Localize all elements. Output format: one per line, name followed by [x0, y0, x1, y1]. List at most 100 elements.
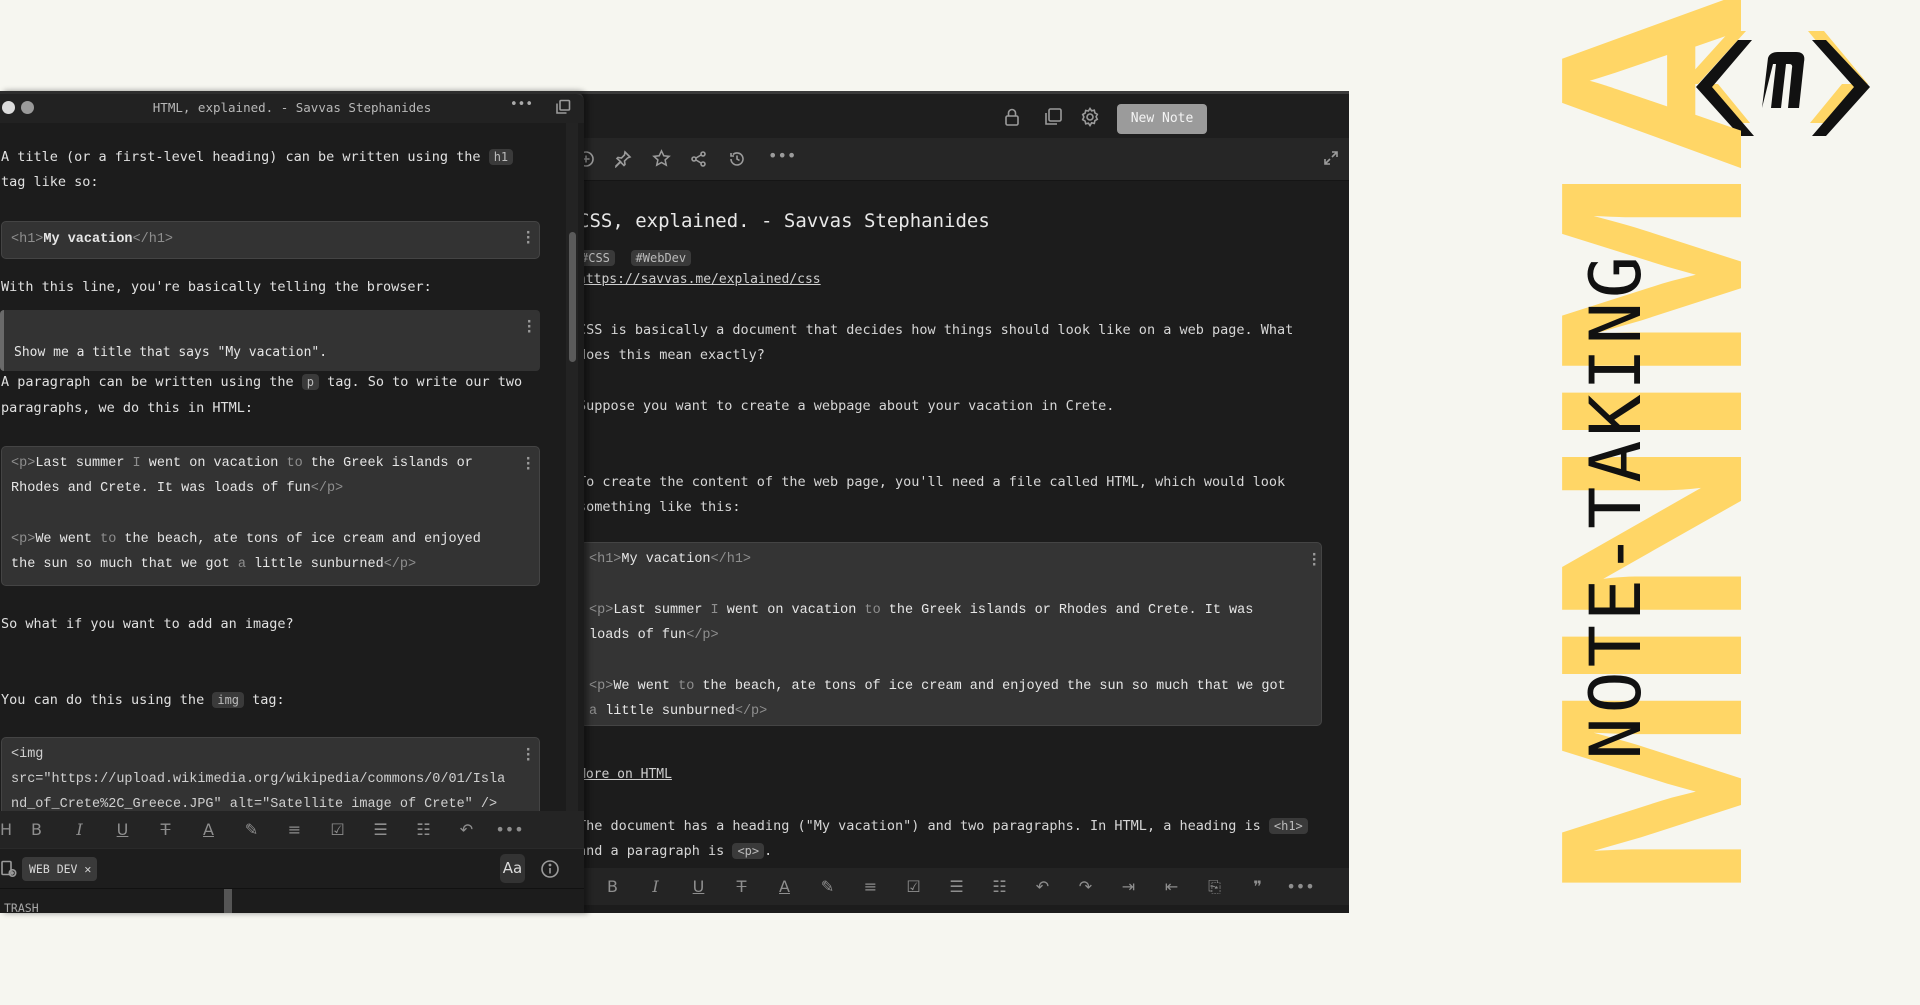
more-icon[interactable]: ••• — [488, 811, 531, 848]
paragraph: does this mean exactly? — [578, 347, 765, 363]
inline-code: p — [301, 374, 319, 390]
align-icon[interactable]: ≡ — [273, 811, 316, 848]
more-icon[interactable]: ••• — [768, 146, 796, 165]
duplicate-icon[interactable] — [1043, 107, 1063, 127]
share-icon[interactable] — [690, 150, 708, 168]
underline-button[interactable]: U — [101, 811, 144, 848]
numbered-list-icon[interactable]: ☷ — [402, 811, 445, 848]
gear-icon[interactable] — [1080, 107, 1100, 127]
lock-icon[interactable] — [1003, 107, 1021, 127]
window-title: HTML, explained. - Savvas Stephanides — [152, 100, 432, 115]
inline-code: img — [212, 692, 245, 708]
code-line: <p>We went to the beach, ate tons of ice… — [589, 679, 1286, 694]
note-title: CSS, explained. - Savvas Stephanides — [578, 210, 990, 232]
inline-code: <p> — [732, 843, 765, 859]
paragraph: and a paragraph is <p>. — [578, 843, 773, 859]
paragraph: So what if you want to add an image? — [1, 616, 294, 632]
bullet-list-icon[interactable]: ☰ — [359, 811, 402, 848]
code-block: · · · <p>Last summer I went on vacation to… — [1, 446, 540, 586]
note-editor-window: New Note ••• CSS, explained. - Savvas St… — [548, 91, 1349, 913]
code-line: Rhodes and Crete. It was loads of fun</p… — [11, 481, 344, 496]
inline-code: h1 — [488, 149, 514, 165]
new-note-button[interactable]: New Note — [1117, 104, 1207, 134]
bullet-list-icon[interactable]: ☰ — [935, 868, 978, 905]
heading-button[interactable]: H — [0, 811, 15, 848]
italic-button[interactable]: I — [634, 868, 677, 905]
star-icon[interactable] — [652, 149, 671, 168]
code-block-menu-icon[interactable]: · · · — [524, 743, 532, 767]
code-line: <h1>My vacation</h1> — [589, 552, 752, 567]
strikethrough-button[interactable]: T — [720, 868, 763, 905]
numbered-list-icon[interactable]: ☷ — [978, 868, 1021, 905]
checkbox-icon[interactable]: ☑ — [316, 811, 359, 848]
highlight-icon[interactable]: ✎ — [230, 811, 273, 848]
undo-icon[interactable]: ↶ — [1021, 868, 1064, 905]
add-tag-icon[interactable] — [0, 860, 18, 878]
code-block-menu-icon[interactable]: · · · — [524, 452, 532, 476]
paragraph: Suppose you want to create a webpage abo… — [578, 398, 1115, 414]
expand-icon[interactable] — [1323, 150, 1339, 166]
paragraph: To create the content of the web page, y… — [578, 474, 1286, 490]
code-line: <img — [11, 747, 44, 762]
window-title-bar: HTML, explained. - Savvas Stephanides ••… — [0, 94, 584, 123]
strikethrough-button[interactable]: T — [144, 811, 187, 848]
more-icon[interactable]: ••• — [1279, 868, 1322, 905]
paragraph: The document has a heading ("My vacation… — [578, 818, 1308, 834]
scrollbar-thumb[interactable] — [569, 232, 576, 362]
more-icon[interactable]: ••• — [510, 97, 533, 112]
paragraph: With this line, you're basically telling… — [1, 279, 432, 295]
code-line: <p>We went to the beach, ate tons of ice… — [11, 532, 481, 547]
formatting-toolbar: H B I U T A ✎ ≡ ☑ ☰ ☷ ↶ ↷ ⇥ ⇤ ⎘ ❞ ••• — [548, 868, 1349, 905]
note-tag-bar: WEB DEV ✕ Aa — [0, 848, 584, 889]
code-line: loads of fun</p> — [589, 628, 719, 643]
remove-tag-icon[interactable]: ✕ — [84, 862, 91, 876]
pin-icon[interactable] — [614, 150, 632, 168]
code-line: <p>Last summer I went on vacation to the… — [11, 456, 473, 471]
note-actions-bar: ••• — [548, 138, 1349, 181]
pane-divider[interactable] — [224, 889, 232, 913]
more-on-html-link[interactable]: More on HTML — [578, 767, 672, 782]
insert-icon[interactable]: ⎘ — [1193, 868, 1236, 905]
duplicate-icon[interactable] — [555, 99, 571, 115]
code-block-menu-icon[interactable]: · · · — [1310, 548, 1318, 572]
code-line: the sun so much that we got a little sun… — [11, 557, 417, 572]
outdent-icon[interactable]: ⇤ — [1150, 868, 1193, 905]
formatting-toolbar: H B I U T A ✎ ≡ ☑ ☰ ☷ ↶ ••• — [0, 811, 584, 848]
align-icon[interactable]: ≡ — [849, 868, 892, 905]
source-link[interactable]: https://savvas.me/explained/css — [578, 272, 821, 287]
paragraph: You can do this using the img tag: — [1, 692, 285, 708]
history-icon[interactable] — [728, 150, 746, 168]
info-icon[interactable] — [540, 859, 560, 879]
blockquote: · · · Show me a title that says "My vacati… — [0, 310, 540, 371]
paragraph: A paragraph can be written using the p t… — [1, 374, 523, 390]
paragraph: CSS is basically a document that decides… — [578, 322, 1294, 338]
quote-icon[interactable]: ❞ — [1236, 868, 1279, 905]
bold-button[interactable]: B — [591, 868, 634, 905]
editor-top-bar: New Note — [548, 94, 1349, 138]
tag-chip[interactable]: WEB DEV ✕ — [22, 857, 98, 881]
scrollbar-track[interactable] — [566, 123, 578, 813]
font-settings-button[interactable]: Aa — [500, 854, 525, 883]
quote-menu-icon[interactable]: · · · — [525, 315, 533, 339]
text-color-button[interactable]: A — [187, 811, 230, 848]
underline-button[interactable]: U — [677, 868, 720, 905]
text-color-button[interactable]: A — [763, 868, 806, 905]
code-line: nd_of_Crete%2C_Greece.JPG" alt="Satellit… — [11, 797, 498, 812]
inline-code: <h1> — [1268, 818, 1308, 834]
checkbox-icon[interactable]: ☑ — [892, 868, 935, 905]
paragraph: A title (or a first-level heading) can b… — [1, 149, 514, 165]
note-tags: #CSS #WebDev — [576, 247, 692, 266]
bold-button[interactable]: B — [15, 811, 58, 848]
subheadline-note-taking: NOTE-TAKING — [1575, 252, 1657, 760]
code-line: <p>Last summer I went on vacation to the… — [589, 603, 1254, 618]
paragraph: something like this: — [578, 499, 741, 515]
code-block-menu-icon[interactable]: · · · — [524, 226, 532, 250]
undo-icon[interactable]: ↶ — [445, 811, 488, 848]
trash-label[interactable]: TRASH — [4, 901, 39, 913]
tag-chip[interactable]: #WebDev — [630, 250, 692, 266]
redo-icon[interactable]: ↷ — [1064, 868, 1107, 905]
italic-button[interactable]: I — [58, 811, 101, 848]
code-line: a little sunburned</p> — [589, 704, 768, 719]
highlight-icon[interactable]: ✎ — [806, 868, 849, 905]
indent-icon[interactable]: ⇥ — [1107, 868, 1150, 905]
